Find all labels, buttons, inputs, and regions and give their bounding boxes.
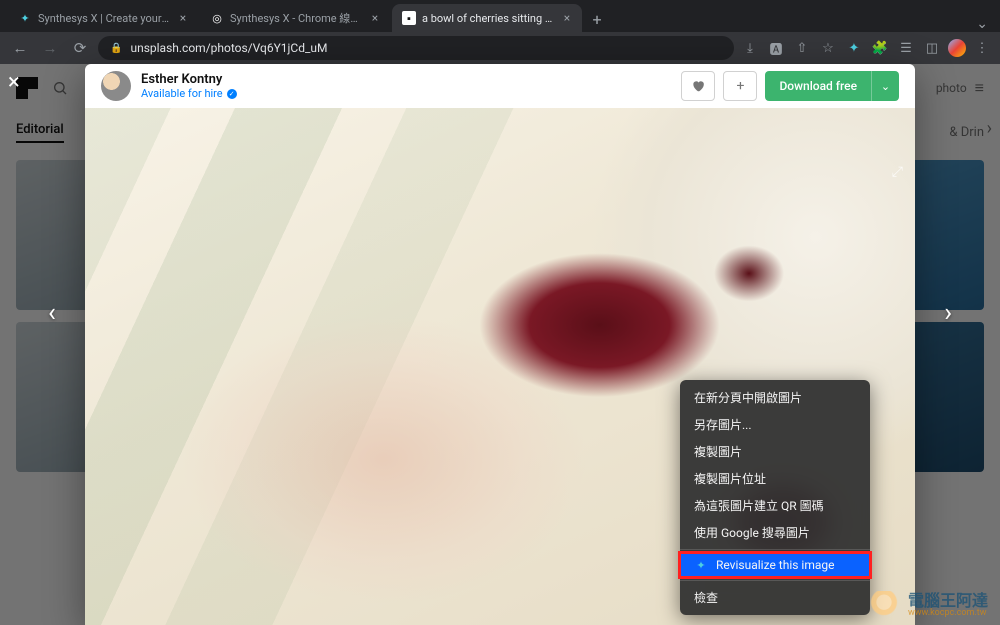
ctx-copy-image[interactable]: 複製圖片 — [680, 438, 870, 465]
ctx-inspect[interactable]: 檢查 — [680, 584, 870, 611]
tab-favicon: ✦ — [18, 11, 32, 25]
translate-icon[interactable]: 🅰 — [766, 38, 786, 58]
bookmark-icon[interactable]: ☆ — [818, 38, 838, 58]
new-tab-button[interactable]: + — [584, 6, 610, 32]
browser-tab[interactable]: ◎ Synthesys X - Chrome 線上應用 × — [200, 4, 390, 32]
install-icon[interactable]: ⤓ — [740, 38, 760, 58]
tab-title: a bowl of cherries sitting on a t — [422, 12, 554, 25]
ctx-separator — [680, 549, 870, 550]
ctx-save-image-as[interactable]: 另存圖片... — [680, 411, 870, 438]
ctx-copy-image-address[interactable]: 複製圖片位址 — [680, 465, 870, 492]
address-bar[interactable]: 🔒 unsplash.com/photos/Vq6Y1jCd_uM — [98, 36, 734, 60]
author-avatar[interactable] — [101, 71, 131, 101]
kebab-menu-icon[interactable]: ⋮ — [972, 38, 992, 58]
verified-badge-icon: ✓ — [227, 89, 237, 99]
download-options-button[interactable]: ⌄ — [871, 71, 899, 101]
available-for-hire-link[interactable]: Available for hire — [141, 87, 223, 100]
next-photo-button[interactable]: › — [944, 298, 952, 328]
like-button[interactable] — [681, 71, 715, 101]
reading-list-icon[interactable]: ☰ — [896, 38, 916, 58]
reload-button[interactable]: ⟳ — [68, 36, 92, 60]
share-icon[interactable]: ⇧ — [792, 38, 812, 58]
synthesys-extension-icon[interactable]: ✦ — [844, 38, 864, 58]
close-icon[interactable]: × — [368, 11, 382, 25]
modal-header: Esther Kontny Available for hire ✓ + Dow… — [85, 64, 915, 108]
download-button[interactable]: Download free ⌄ — [765, 71, 899, 101]
side-panel-icon[interactable]: ◫ — [922, 38, 942, 58]
tab-title: Synthesys X - Chrome 線上應用 — [230, 10, 362, 26]
close-modal-icon[interactable]: × — [8, 70, 20, 95]
watermark-logo-icon — [866, 591, 902, 619]
browser-tab-strip: ✦ Synthesys X | Create your own × ◎ Synt… — [0, 0, 1000, 32]
ctx-separator — [680, 580, 870, 581]
chevron-down-icon: ⌄ — [881, 80, 890, 93]
watermark-title: 電腦王阿達 — [908, 593, 988, 609]
forward-button: → — [38, 36, 62, 60]
download-label: Download free — [765, 71, 871, 101]
ctx-create-qr-code[interactable]: 為這張圖片建立 QR 圖碼 — [680, 492, 870, 519]
browser-tab[interactable]: ✦ Synthesys X | Create your own × — [8, 4, 198, 32]
back-button[interactable]: ← — [8, 36, 32, 60]
heart-icon — [691, 79, 705, 93]
fullscreen-icon[interactable]: ⤢ — [892, 164, 903, 180]
watermark: 電腦王阿達 www.kocpc.com.tw — [866, 591, 988, 619]
watermark-url: www.kocpc.com.tw — [908, 609, 988, 618]
add-to-collection-button[interactable]: + — [723, 71, 757, 101]
author-name[interactable]: Esther Kontny — [141, 72, 237, 88]
tab-favicon: ◎ — [210, 11, 224, 25]
prev-photo-button[interactable]: ‹ — [48, 298, 56, 328]
lock-icon: 🔒 — [110, 43, 122, 54]
tab-favicon: ▪ — [402, 11, 416, 25]
url-text: unsplash.com/photos/Vq6Y1jCd_uM — [130, 41, 327, 55]
plus-icon: + — [736, 78, 744, 94]
ctx-search-google-image[interactable]: 使用 Google 搜尋圖片 — [680, 519, 870, 546]
browser-toolbar: ← → ⟳ 🔒 unsplash.com/photos/Vq6Y1jCd_uM … — [0, 32, 1000, 64]
ctx-open-image-new-tab[interactable]: 在新分頁中開啟圖片 — [680, 384, 870, 411]
close-icon[interactable]: × — [176, 11, 190, 25]
extensions-icon[interactable]: 🧩 — [870, 38, 890, 58]
tab-title: Synthesys X | Create your own — [38, 12, 170, 25]
context-menu: 在新分頁中開啟圖片 另存圖片... 複製圖片 複製圖片位址 為這張圖片建立 QR… — [680, 380, 870, 615]
synthesys-extension-icon: ✦ — [694, 558, 708, 572]
profile-avatar[interactable] — [948, 39, 966, 57]
ctx-revisualize-image[interactable]: ✦ Revisualize this image — [680, 553, 870, 577]
window-chevron-down-icon[interactable]: ⌄ — [976, 16, 1000, 32]
browser-tab-active[interactable]: ▪ a bowl of cherries sitting on a t × — [392, 4, 582, 32]
close-icon[interactable]: × — [560, 11, 574, 25]
